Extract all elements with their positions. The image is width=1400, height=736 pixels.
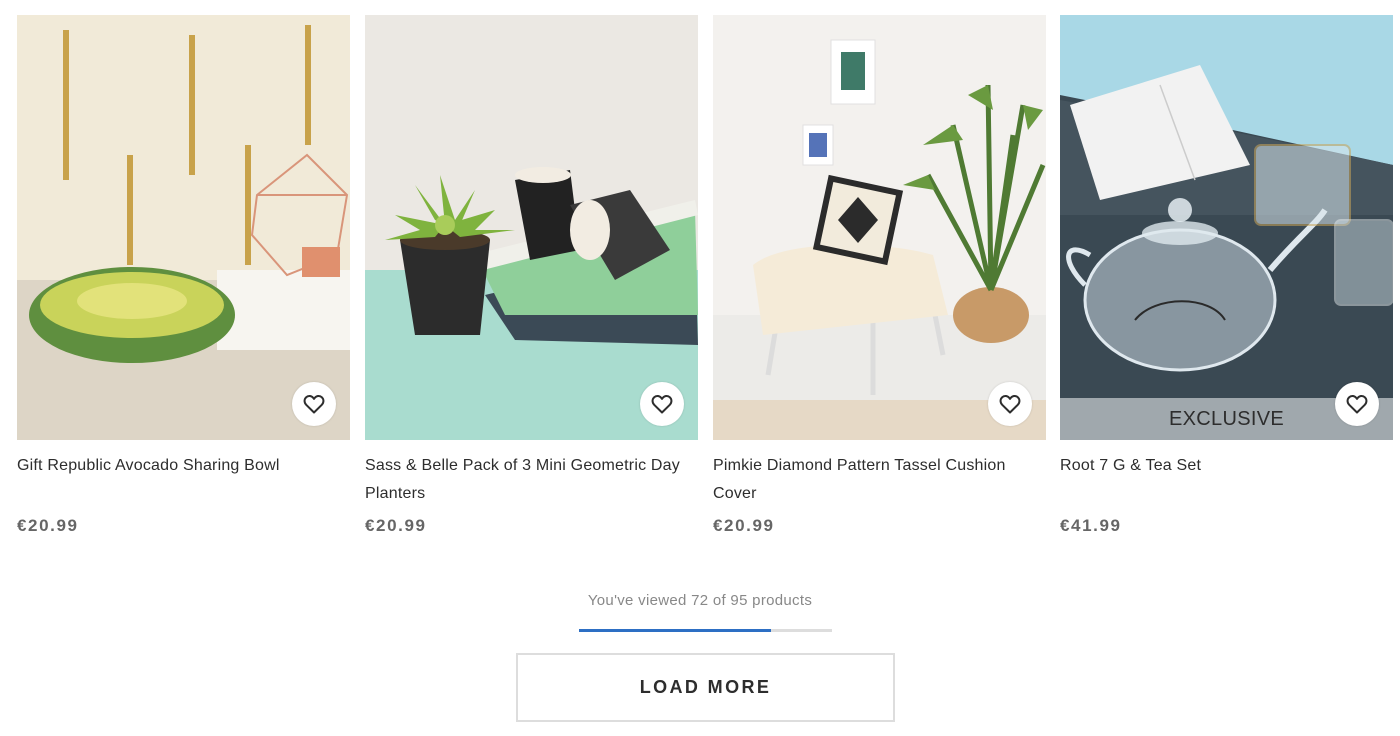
geometric-planters-photo xyxy=(365,15,698,440)
product-card[interactable]: EXCLUSIVE Root 7 G & Tea Set €41.99 xyxy=(1060,15,1393,536)
product-price: €20.99 xyxy=(713,516,775,535)
heart-outline-icon xyxy=(651,394,673,414)
viewed-count-text: You've viewed 72 of 95 products xyxy=(587,592,813,609)
product-price: €41.99 xyxy=(1060,516,1122,535)
heart-outline-icon xyxy=(1346,394,1368,414)
avocado-bowl-photo xyxy=(17,15,350,440)
wishlist-button[interactable] xyxy=(640,382,684,426)
tassel-cushion-photo xyxy=(713,15,1046,440)
product-title[interactable]: Gift Republic Avocado Sharing Bowl xyxy=(17,452,350,508)
viewed-progress-bar xyxy=(579,629,832,632)
tea-set-photo xyxy=(1060,15,1393,440)
product-image[interactable]: EXCLUSIVE xyxy=(1060,15,1393,440)
product-title[interactable]: Root 7 G & Tea Set xyxy=(1060,452,1393,508)
product-price: €20.99 xyxy=(365,516,427,535)
product-card[interactable]: Sass & Belle Pack of 3 Mini Geometric Da… xyxy=(365,15,698,536)
product-title[interactable]: Pimkie Diamond Pattern Tassel Cushion Co… xyxy=(713,452,1046,508)
wishlist-button[interactable] xyxy=(1335,382,1379,426)
product-price: €20.99 xyxy=(17,516,79,535)
product-image[interactable] xyxy=(365,15,698,440)
product-card[interactable]: Pimkie Diamond Pattern Tassel Cushion Co… xyxy=(713,15,1046,536)
load-more-button[interactable]: LOAD MORE xyxy=(516,653,895,722)
wishlist-button[interactable] xyxy=(292,382,336,426)
heart-outline-icon xyxy=(999,394,1021,414)
product-card[interactable]: Gift Republic Avocado Sharing Bowl €20.9… xyxy=(17,15,350,536)
viewed-progress-fill xyxy=(579,629,771,632)
heart-outline-icon xyxy=(303,394,325,414)
wishlist-button[interactable] xyxy=(988,382,1032,426)
product-title[interactable]: Sass & Belle Pack of 3 Mini Geometric Da… xyxy=(365,452,698,508)
product-image[interactable] xyxy=(17,15,350,440)
product-image[interactable] xyxy=(713,15,1046,440)
